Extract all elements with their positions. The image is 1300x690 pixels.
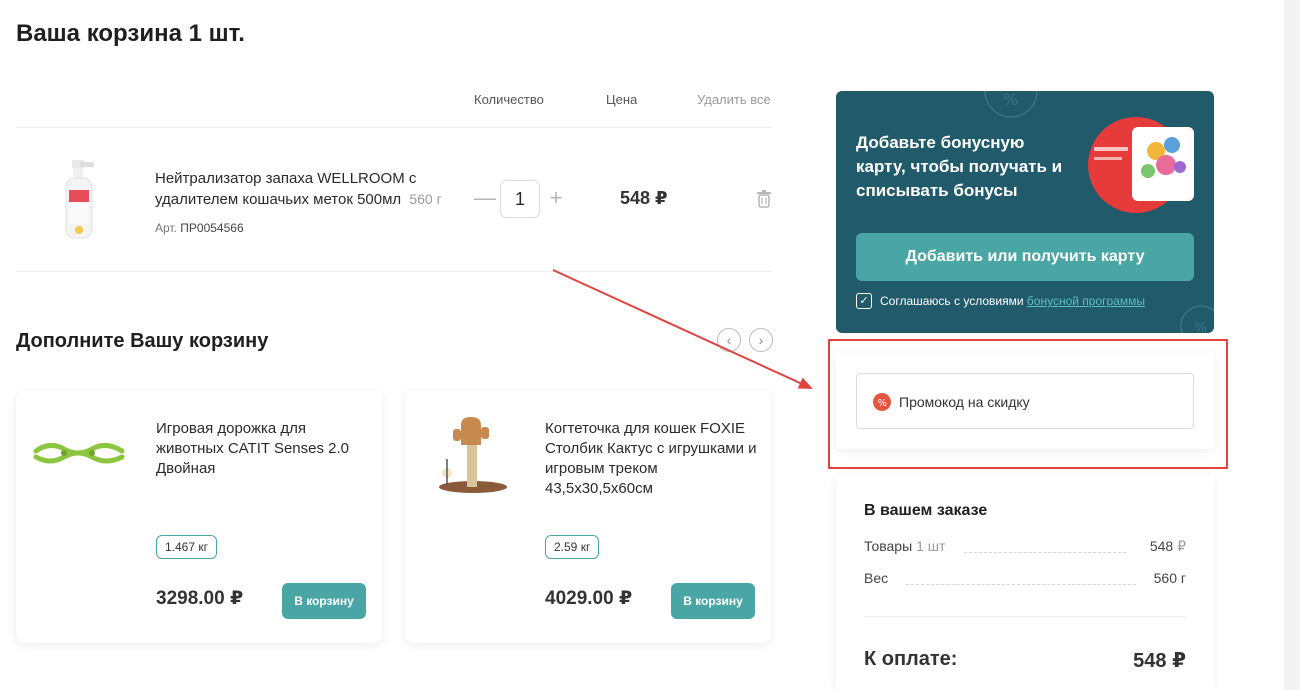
product-weight: 560 г [409,191,442,207]
upsell-title: Дополните Вашу корзину [16,330,269,352]
add-to-cart-button[interactable]: В корзину [671,583,755,619]
leader-dots [964,552,1126,553]
total-value: 548 ₽ [1133,650,1186,672]
summary-title: В вашем заказе [864,502,988,519]
order-summary: В вашем заказе Товары 1 шт 548 ₽ Вес 560… [836,476,1214,690]
trash-icon[interactable] [756,190,772,208]
summary-row-weight: Вес 560 г [864,570,1186,590]
percent-badge-icon: % [873,393,891,411]
quantity-input[interactable]: 1 [500,180,540,218]
product-title[interactable]: Нейтрализатор запаха WELLROOM с удалител… [155,168,465,210]
product-price: 3298.00 ₽ [156,588,244,609]
article-label: Арт. [155,221,177,235]
product-image[interactable] [419,415,519,495]
quantity-minus-button[interactable]: — [474,186,496,210]
carousel-prev-button[interactable]: ‹ [717,328,741,352]
bonus-text: Добавьте бонусную карту, чтобы получать … [856,133,1063,200]
percent-flower-icon: % [984,91,1038,118]
leader-dots [906,584,1136,585]
percent-flower-icon: % [1180,305,1214,333]
agree-label: Соглашаюсь с условиями [880,294,1024,308]
column-header-quantity: Количество [474,92,544,107]
product-name[interactable]: Когтеточка для кошек FOXIE Столбик Какту… [545,419,757,499]
goods-amount-group: 548 ₽ [1150,538,1186,555]
divider [16,127,772,128]
product-card[interactable]: Игровая дорожка для животных CATIT Sense… [16,391,382,643]
svg-text:%: % [1003,91,1018,109]
agree-text: Соглашаюсь с условиями бонусной программ… [880,294,1145,308]
product-name[interactable]: Игровая дорожка для животных CATIT Sense… [156,419,368,479]
goods-label: Товары [864,538,913,554]
goods-count: 1 шт [916,538,946,554]
svg-text:%: % [1194,320,1207,333]
product-weight-badge: 2.59 кг [545,535,600,559]
product-image[interactable] [30,415,130,495]
product-card[interactable]: Когтеточка для кошек FOXIE Столбик Какту… [405,391,771,643]
bonus-card-banner: % % Добавьте бонусную карту, чтобы получ… [836,91,1214,333]
svg-text:%: % [878,398,888,409]
quantity-plus-button[interactable]: + [546,186,566,210]
delete-all-link[interactable]: Удалить все [697,92,771,107]
product-price: 548 ₽ [620,188,668,208]
promo-code-input[interactable]: % Промокод на скидку [856,373,1194,429]
page-right-gutter [1284,0,1300,690]
total-label: К оплате: [864,648,958,670]
product-price: 4029.00 ₽ [545,588,633,609]
article-number: ПР0054566 [180,221,244,235]
product-article: Арт. ПР0054566 [155,221,244,235]
product-image[interactable] [60,158,100,242]
goods-label-group: Товары 1 шт [864,538,945,554]
goods-amount: 548 [1149,538,1174,554]
summary-row-goods: Товары 1 шт 548 ₽ [864,538,1186,558]
bonus-program-link[interactable]: бонусной программы [1027,294,1145,308]
divider [864,616,1186,617]
weight-label: Вес [864,570,889,586]
product-name[interactable]: Нейтрализатор запаха WELLROOM с удалител… [155,170,416,208]
column-header-price: Цена [606,92,638,107]
weight-value: 560 г [1153,570,1186,586]
bonus-card-image [1088,117,1194,213]
add-to-cart-button[interactable]: В корзину [282,583,366,619]
promo-code-placeholder: Промокод на скидку [899,394,1030,410]
add-bonus-card-button[interactable]: Добавить или получить карту [856,233,1194,281]
cart-title: Ваша корзина 1 шт. [16,20,245,47]
annotation-arrow-icon [552,269,813,389]
product-weight-badge: 1.467 кг [156,535,217,559]
promo-section: % Промокод на скидку [836,353,1214,449]
divider [16,271,772,272]
currency-sign: ₽ [1177,538,1186,554]
carousel-next-button[interactable]: › [749,328,773,352]
agree-checkbox[interactable]: ✓ [856,293,872,309]
